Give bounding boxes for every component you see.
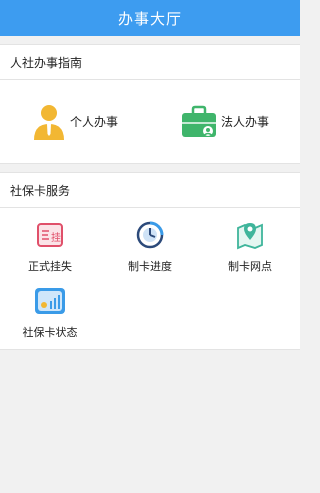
guide-title-text: 人社办事指南	[10, 55, 83, 70]
card-status-icon	[35, 288, 65, 314]
legal-entity-service-label: 法人办事	[220, 115, 269, 129]
card-title-text: 社保卡服务	[10, 183, 71, 198]
card-service-section: 挂 正式挂失 制卡进度 制卡网点 社保卡状态	[0, 208, 300, 350]
card-progress-button[interactable]: 制卡进度	[100, 218, 200, 284]
card-status-label: 社保卡状态	[22, 326, 78, 339]
progress-icon	[136, 221, 164, 249]
personal-service-label: 个人办事	[69, 115, 118, 129]
card-status-button[interactable]: 社保卡状态	[0, 284, 100, 350]
map-pin-icon	[237, 223, 263, 250]
guide-section: 个人办事 法人办事	[0, 80, 300, 164]
card-section-title: 社保卡服务	[0, 172, 300, 208]
guide-section-title: 人社办事指南	[0, 44, 300, 80]
page-title: 办事大厅	[117, 9, 182, 28]
card-outlets-button[interactable]: 制卡网点	[200, 218, 300, 284]
app-header: 办事大厅	[0, 0, 300, 36]
briefcase-icon	[181, 105, 216, 137]
card-progress-label: 制卡进度	[128, 260, 172, 273]
person-icon	[33, 104, 64, 140]
card-outlets-label: 制卡网点	[228, 260, 272, 273]
report-loss-button[interactable]: 挂 正式挂失	[0, 218, 100, 284]
personal-service-button[interactable]: 个人办事	[0, 103, 150, 141]
report-loss-icon: 挂	[37, 223, 63, 247]
report-loss-label: 正式挂失	[28, 260, 72, 273]
svg-text:挂: 挂	[51, 231, 61, 244]
legal-entity-service-button[interactable]: 法人办事	[150, 105, 300, 139]
